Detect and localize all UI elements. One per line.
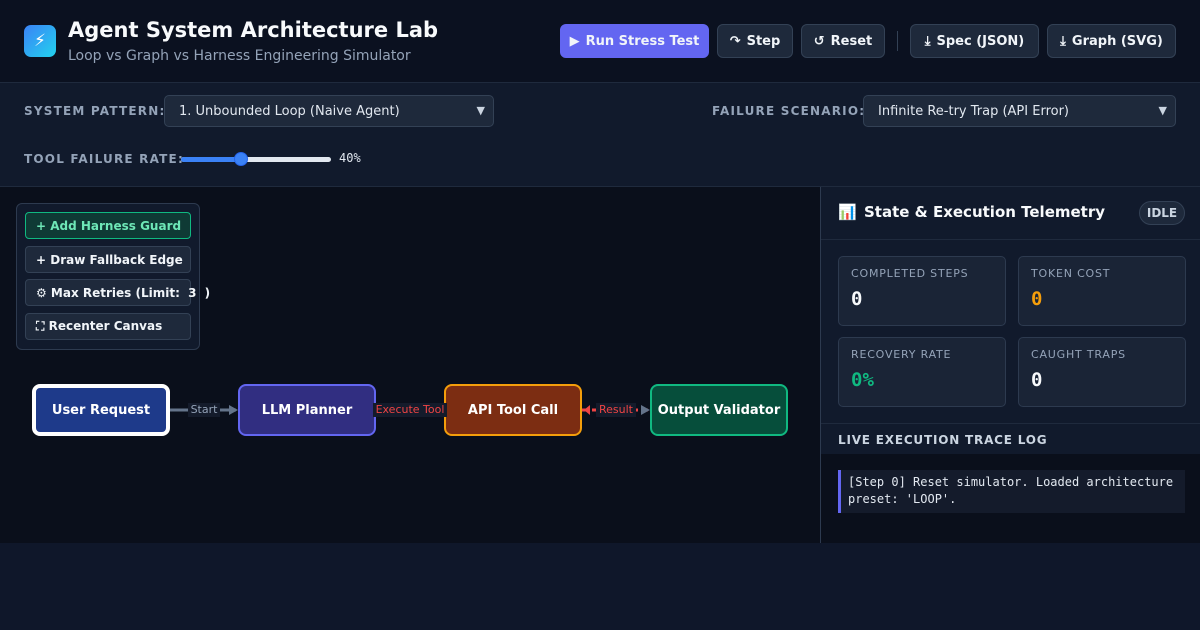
graph-edges — [170, 405, 650, 415]
slider-thumb[interactable] — [234, 152, 248, 166]
reset-button[interactable]: ↺ Reset — [801, 24, 885, 58]
export-graph-label: Graph (SVG) — [1071, 33, 1163, 49]
failure-scenario-select[interactable]: Infinite Re-try Trap (API Error) ▼ — [863, 95, 1176, 127]
metric-label: COMPLETED STEPS — [851, 267, 969, 280]
reset-icon: ↺ — [813, 33, 825, 49]
run-stress-test-button[interactable]: ▶ Run Stress Test — [560, 24, 709, 58]
app-subtitle: Loop vs Graph vs Harness Engineering Sim… — [68, 48, 411, 64]
graph-node-user-request[interactable]: User Request — [32, 384, 170, 436]
slider-fill — [181, 157, 241, 162]
play-icon: ▶ — [569, 33, 580, 49]
app-header: ⚡ Agent System Architecture Lab Loop vs … — [0, 0, 1200, 83]
app-title: Agent System Architecture Lab — [68, 18, 439, 42]
telemetry-panel: 📊 State & Execution Telemetry IDLE COMPL… — [820, 187, 1200, 543]
trace-log[interactable]: [Step 0] Reset simulator. Loaded archite… — [821, 454, 1200, 543]
telemetry-header: 📊 State & Execution Telemetry IDLE — [821, 187, 1200, 240]
toolbar-divider — [897, 31, 898, 51]
system-pattern-select[interactable]: 1. Unbounded Loop (Naive Agent) ▼ — [164, 95, 494, 127]
trace-log-header: LIVE EXECUTION TRACE LOG — [821, 423, 1200, 454]
step-label: Step — [746, 33, 781, 49]
edge-label: Result — [596, 403, 636, 417]
chevron-down-icon: ▼ — [476, 104, 485, 117]
edge-label: Start — [187, 403, 221, 417]
reset-label: Reset — [830, 33, 873, 49]
graph-canvas[interactable]: + Add Harness Guard + Draw Fallback Edge… — [0, 187, 820, 543]
edge-label: Execute Tool — [372, 403, 448, 417]
graph-node-llm-planner[interactable]: LLM Planner — [238, 384, 376, 436]
metric-value: 0 — [1031, 369, 1043, 391]
system-pattern-value: 1. Unbounded Loop (Naive Agent) — [179, 103, 400, 119]
tool-failure-rate-slider[interactable] — [181, 152, 331, 166]
step-button[interactable]: ↷ Step — [717, 24, 793, 58]
metric-value: 0 — [1031, 288, 1043, 310]
metric-card-completed-steps: COMPLETED STEPS 0 — [838, 256, 1006, 326]
step-forward-icon: ↷ — [729, 33, 741, 49]
edge-tail-marker — [584, 405, 590, 415]
run-stress-test-label: Run Stress Test — [585, 33, 700, 49]
bar-chart-icon: 📊 — [838, 203, 857, 221]
metric-card-caught-traps: CAUGHT TRAPS 0 — [1018, 337, 1186, 407]
graph-node-api-tool-call[interactable]: API Tool Call — [444, 384, 582, 436]
metric-label: CAUGHT TRAPS — [1031, 348, 1126, 361]
download-icon: ⤓ — [1060, 33, 1066, 49]
chevron-down-icon: ▼ — [1158, 104, 1167, 117]
lightning-logo-icon: ⚡ — [24, 25, 56, 57]
failure-scenario-label: FAILURE SCENARIO: — [712, 104, 866, 118]
metric-label: RECOVERY RATE — [851, 348, 952, 361]
tool-failure-rate-label: TOOL FAILURE RATE: — [24, 152, 184, 166]
telemetry-title: State & Execution Telemetry — [864, 203, 1106, 221]
metric-value: 0% — [851, 369, 874, 391]
metric-label: TOKEN COST — [1031, 267, 1111, 280]
system-pattern-label: SYSTEM PATTERN: — [24, 104, 166, 118]
download-icon: ⤓ — [924, 33, 931, 49]
metric-card-token-cost: TOKEN COST 0 — [1018, 256, 1186, 326]
export-spec-label: Spec (JSON) — [936, 33, 1025, 49]
metric-card-recovery-rate: RECOVERY RATE 0% — [838, 337, 1006, 407]
log-entry: [Step 0] Reset simulator. Loaded archite… — [838, 470, 1185, 513]
graph-node-output-validator[interactable]: Output Validator — [650, 384, 788, 436]
edge-arrowhead — [229, 405, 238, 415]
controls-bar: SYSTEM PATTERN: 1. Unbounded Loop (Naive… — [0, 83, 1200, 187]
trace-log-title: LIVE EXECUTION TRACE LOG — [838, 433, 1048, 447]
tool-failure-rate-value: 40% — [339, 151, 361, 165]
export-spec-json-button[interactable]: ⤓ Spec (JSON) — [910, 24, 1039, 58]
export-graph-svg-button[interactable]: ⤓ Graph (SVG) — [1047, 24, 1176, 58]
metric-value: 0 — [851, 288, 863, 310]
status-badge: IDLE — [1139, 201, 1185, 225]
failure-scenario-value: Infinite Re-try Trap (API Error) — [878, 103, 1070, 119]
edge-arrowhead — [641, 405, 650, 415]
